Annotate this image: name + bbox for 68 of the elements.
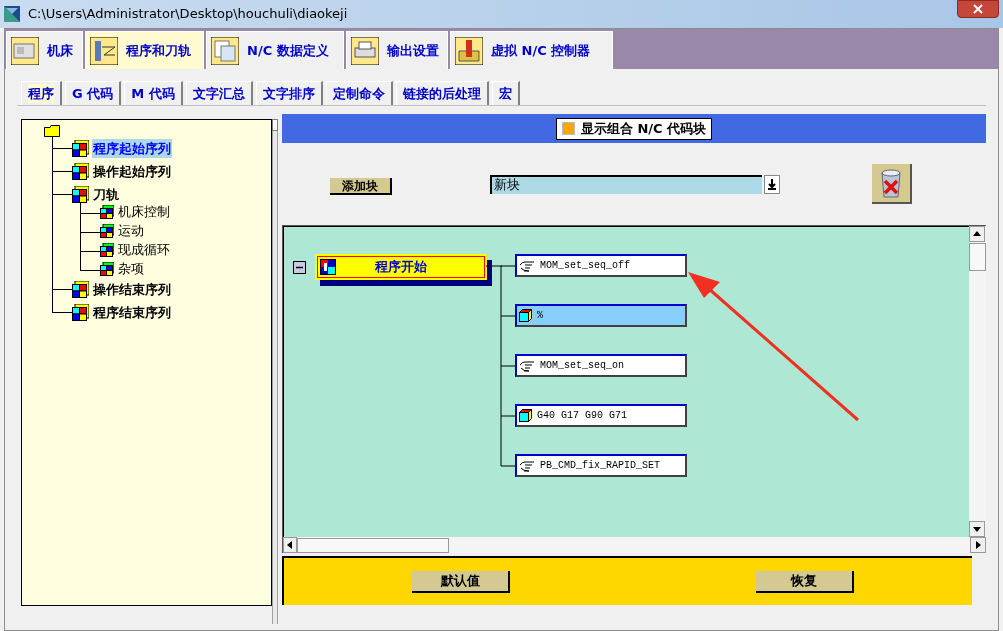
sub-tab[interactable]: M 代码 xyxy=(124,81,183,105)
cube-icon xyxy=(100,242,114,257)
vertical-scrollbar[interactable] xyxy=(969,226,986,537)
tree-item[interactable]: 运动 xyxy=(117,220,145,241)
pointing-hand-icon xyxy=(519,459,535,472)
tree-item[interactable]: 操作结束序列 xyxy=(92,279,172,300)
folder-icon xyxy=(44,125,60,137)
sub-tab[interactable]: 定制命令 xyxy=(325,81,393,105)
block-node[interactable]: G40 G17 G90 G71 xyxy=(515,404,687,427)
cube-icon xyxy=(72,140,89,157)
tab-icon xyxy=(11,36,39,65)
main-tab[interactable]: 机床 xyxy=(6,31,83,69)
scroll-up-icon[interactable] xyxy=(969,226,985,242)
sub-tab[interactable]: 宏 xyxy=(491,81,520,105)
cube-icon xyxy=(72,304,89,321)
tab-icon xyxy=(90,36,118,65)
tree-item[interactable]: 杂项 xyxy=(117,258,145,279)
tree-item[interactable]: 机床控制 xyxy=(117,201,171,222)
cube-icon xyxy=(519,409,532,422)
scroll-thumb[interactable] xyxy=(297,537,449,553)
cube-icon xyxy=(72,163,89,180)
tab-icon xyxy=(351,36,379,65)
app-icon xyxy=(4,6,20,22)
action-button[interactable]: 默认值 xyxy=(412,570,510,593)
block-node[interactable]: MOM_set_seq_on xyxy=(515,354,687,377)
window-title: C:\Users\Administrator\Desktop\houchuli\diaokeji xyxy=(28,5,348,24)
pointing-hand-icon xyxy=(519,359,535,372)
scroll-left-icon[interactable] xyxy=(283,537,297,553)
scroll-down-icon[interactable] xyxy=(969,521,985,537)
block-node[interactable]: MOM_set_seq_off xyxy=(515,254,687,277)
pointing-hand-icon xyxy=(519,259,535,272)
puzzle-icon xyxy=(320,259,336,275)
cube-icon xyxy=(519,309,532,322)
main-tab[interactable]: 输出设置 xyxy=(346,31,448,69)
tree-item[interactable]: 刀轨 xyxy=(92,184,120,205)
tree-item[interactable]: 程序结束序列 xyxy=(92,302,172,323)
tree-item[interactable]: 程序起始序列 xyxy=(92,138,172,159)
cube-icon xyxy=(72,186,89,203)
sub-tab[interactable]: G 代码 xyxy=(65,81,122,105)
close-button[interactable] xyxy=(957,0,999,18)
main-tab[interactable]: 虚拟 N/C 控制器 xyxy=(450,31,613,69)
display-toggle[interactable]: 显示组合 N/C 代码块 xyxy=(555,117,713,140)
scroll-thumb[interactable] xyxy=(969,243,986,271)
scroll-right-icon[interactable] xyxy=(970,537,986,553)
main-tab[interactable]: N/C 数据定义 xyxy=(206,31,344,69)
block-node[interactable]: PB_CMD_fix_RAPID_SET xyxy=(515,454,687,477)
tree-item[interactable]: 操作起始序列 xyxy=(92,161,172,182)
block-node[interactable]: % xyxy=(515,304,687,327)
delete-button[interactable] xyxy=(872,164,912,204)
main-tab[interactable]: 程序和刀轨 xyxy=(85,31,204,69)
close-icon xyxy=(973,4,983,14)
sub-tab[interactable]: 文字汇总 xyxy=(185,81,253,105)
cube-icon xyxy=(100,204,114,219)
cube-icon xyxy=(72,281,89,298)
action-button[interactable]: 恢复 xyxy=(756,570,854,593)
horizontal-scrollbar[interactable] xyxy=(283,537,986,553)
checkbox-icon xyxy=(561,122,575,135)
sub-tab[interactable]: 文字排序 xyxy=(255,81,323,105)
tab-icon xyxy=(455,36,483,65)
collapse-icon[interactable] xyxy=(293,261,306,274)
cube-icon xyxy=(100,261,114,276)
tab-icon xyxy=(211,36,239,65)
splitter-handle[interactable] xyxy=(272,119,278,131)
cube-icon xyxy=(100,223,114,238)
sub-tab[interactable]: 链接的后处理 xyxy=(395,81,489,105)
sub-tab[interactable]: 程序 xyxy=(21,81,62,105)
tree-item[interactable]: 现成循环 xyxy=(117,239,171,260)
add-block-button[interactable]: 添加块 xyxy=(330,178,392,195)
